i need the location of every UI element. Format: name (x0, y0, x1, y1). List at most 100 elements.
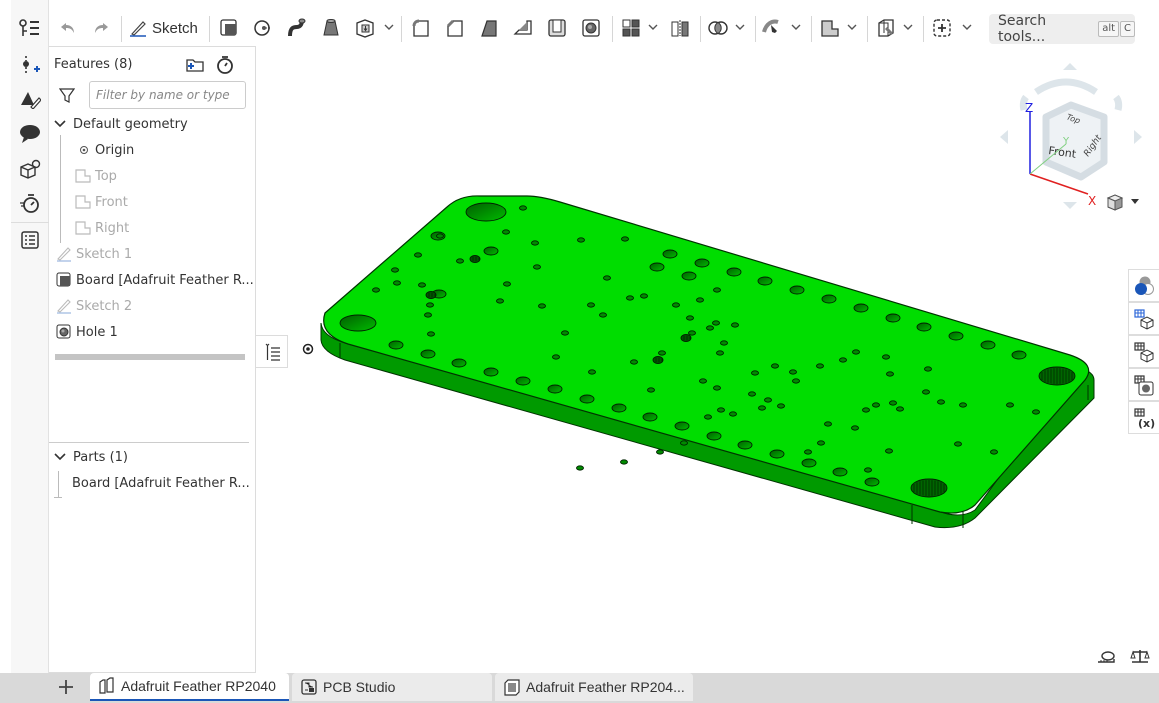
via-hole (792, 378, 800, 384)
boolean-button[interactable] (706, 14, 730, 42)
rotate-arc[interactable] (1034, 78, 1098, 95)
variable-studio-button[interactable]: (x) (1128, 401, 1159, 434)
features-title: Features (8) (54, 56, 133, 72)
shortcut-key: C (1120, 21, 1135, 37)
appearance-icon[interactable] (11, 84, 49, 114)
chevron-down-icon[interactable] (847, 22, 857, 32)
chevron-down-icon[interactable] (735, 22, 745, 32)
chevron-down-icon[interactable] (648, 22, 658, 32)
rotate-down-arrow[interactable] (1063, 202, 1077, 209)
origin-marker[interactable] (302, 343, 314, 355)
extrude-button[interactable] (217, 14, 241, 42)
thicken-button[interactable] (353, 14, 377, 42)
via-hole (391, 267, 399, 273)
tab-part-studio[interactable]: Adafruit Feather RP204... (495, 673, 693, 701)
hole-button[interactable] (579, 14, 603, 42)
via-hole (771, 363, 779, 369)
via-hole (680, 440, 688, 446)
via-hole (658, 350, 666, 356)
filter-button[interactable] (58, 87, 76, 107)
configured-part-button[interactable] (1128, 335, 1159, 368)
plane-icon (75, 195, 91, 209)
variable-icon[interactable] (11, 50, 49, 80)
mass-properties-button[interactable] (1130, 648, 1150, 670)
axis-z-label: Z (1025, 101, 1033, 115)
tree-item-right[interactable]: Right (75, 217, 129, 239)
pattern-button[interactable] (619, 14, 643, 42)
draft-button[interactable] (477, 14, 501, 42)
via-hole (656, 449, 664, 455)
through-hole (420, 349, 436, 359)
mounting-hole (339, 314, 377, 332)
parts-toggle[interactable]: Parts (1) (54, 446, 128, 468)
through-hole (916, 322, 932, 332)
rotate-up-arrow[interactable] (1063, 63, 1077, 70)
divider (49, 442, 249, 443)
via-hole (937, 399, 945, 405)
undo-button[interactable] (57, 14, 79, 42)
tab-pcb-studio[interactable]: PCB Studio (292, 673, 492, 701)
chevron-down-icon[interactable] (962, 22, 972, 32)
through-hole (821, 294, 837, 304)
caret-down-icon (1131, 199, 1139, 204)
redo-button[interactable] (90, 14, 112, 42)
redo-icon (95, 23, 108, 33)
rib-button[interactable] (511, 14, 535, 42)
feature-list-icon[interactable] (11, 14, 49, 44)
via-hole (630, 359, 638, 365)
via-hole (777, 403, 785, 409)
feature-hole-1[interactable]: Hole 1 (56, 321, 118, 343)
feature-sketch-2[interactable]: Sketch 2 (56, 295, 132, 317)
checklist-icon[interactable] (11, 225, 49, 255)
fillet-button[interactable] (409, 14, 433, 42)
part-studio-help-icon[interactable] (11, 154, 49, 184)
sweep-button[interactable] (285, 14, 309, 42)
tree-item-front[interactable]: Front (75, 191, 128, 213)
transform-button[interactable] (761, 14, 785, 42)
shell-button[interactable] (545, 14, 569, 42)
comment-icon[interactable] (11, 119, 49, 149)
left-rail (11, 0, 49, 703)
configured-hole-button[interactable] (1128, 368, 1159, 401)
sketch-1-label: Sketch 1 (76, 246, 133, 262)
view-mode-dropdown[interactable] (1105, 192, 1139, 212)
tree-item-origin[interactable]: Origin (79, 139, 134, 161)
revolve-button[interactable] (251, 14, 275, 42)
chevron-down-icon[interactable] (791, 22, 801, 32)
search-tools-button[interactable]: Search tools... alt C (989, 13, 1135, 45)
svg-text:(x): (x) (1138, 417, 1155, 429)
rotate-left-arrow[interactable] (1000, 130, 1008, 144)
add-tab-button[interactable] (55, 676, 77, 702)
loft-button[interactable] (319, 14, 343, 42)
measure-button[interactable] (1096, 650, 1116, 670)
feature-sketch-1[interactable]: Sketch 1 (56, 243, 132, 265)
mirror-button[interactable] (668, 14, 692, 42)
axis-x-label: X (1088, 194, 1096, 208)
tree-item-top[interactable]: Top (75, 165, 117, 187)
parts-label: Parts (1) (73, 449, 128, 465)
feature-board-extrude[interactable]: Board [Adafruit Feather R... (56, 269, 254, 291)
tab-assembly[interactable]: Adafruit Feather RP2040 (90, 673, 289, 701)
through-hole (642, 412, 658, 422)
mate-connector-button[interactable] (874, 14, 898, 42)
through-hole (611, 403, 627, 413)
chamfer-button[interactable] (443, 14, 467, 42)
plane-button[interactable] (818, 14, 842, 42)
chevron-down-icon[interactable] (384, 22, 394, 32)
add-folder-button[interactable] (185, 57, 205, 77)
insert-icon (933, 19, 951, 37)
rotate-right-arrow[interactable] (1134, 130, 1142, 144)
insert-button[interactable] (930, 14, 954, 42)
configurations-button[interactable] (1128, 302, 1159, 335)
rollback-timer-icon[interactable] (11, 188, 49, 218)
sketch-button[interactable]: Sketch (129, 14, 199, 42)
default-geometry-toggle[interactable]: Default geometry (54, 113, 188, 135)
filter-input[interactable]: Filter by name or type (89, 81, 246, 109)
part-item[interactable]: Board [Adafruit Feather R... (72, 472, 250, 494)
3d-viewport[interactable]: Top Front Right Z X Y (256, 52, 1159, 673)
rollback-timer-button[interactable] (216, 55, 234, 79)
appearance-panel-button[interactable] (1128, 269, 1159, 302)
horizontal-scrollbar[interactable] (55, 354, 245, 360)
chevron-down-icon[interactable] (903, 22, 913, 32)
through-hole (483, 367, 499, 377)
